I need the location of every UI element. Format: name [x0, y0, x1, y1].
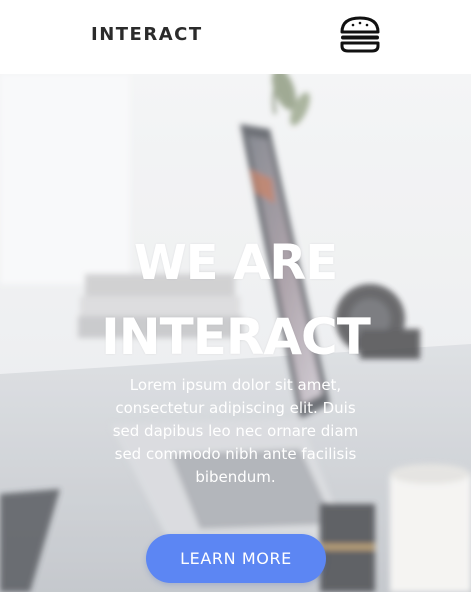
site-header: INTERACT: [0, 0, 471, 74]
hero-description: Lorem ipsum dolor sit amet, consectetur …: [112, 376, 359, 486]
hamburger-menu-icon[interactable]: [338, 16, 382, 54]
hero-title-line-1: WE ARE: [133, 235, 338, 291]
site-logo[interactable]: INTERACT: [91, 24, 203, 45]
hero-section: WE ARE INTERACT Lorem ipsum dolor sit am…: [0, 74, 471, 592]
learn-more-button[interactable]: LEARN MORE: [146, 534, 326, 583]
hero-title-line-2: INTERACT: [101, 308, 371, 366]
